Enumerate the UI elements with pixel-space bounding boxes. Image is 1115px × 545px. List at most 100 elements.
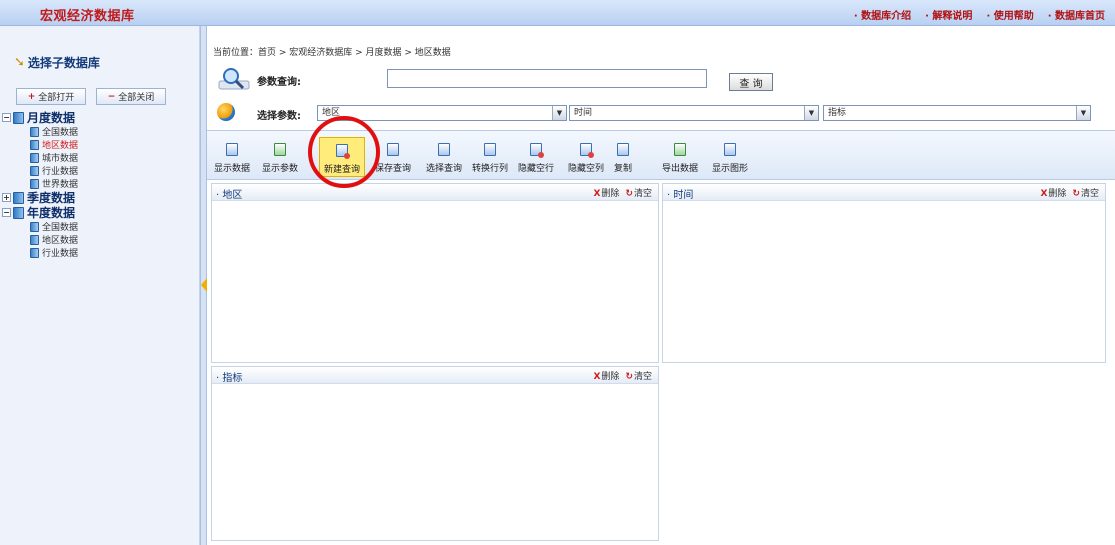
delete-x-icon: X bbox=[1040, 189, 1048, 199]
panel-title: · 地区 bbox=[216, 190, 243, 201]
chevron-down-icon[interactable]: ▼ bbox=[1076, 106, 1090, 120]
table-icon bbox=[226, 143, 238, 156]
query-button[interactable]: 查 询 bbox=[729, 73, 773, 91]
tool-label: 选择查询 bbox=[425, 164, 462, 174]
tree-leaf-label: 行业数据 bbox=[42, 249, 79, 259]
export-data-button[interactable]: 导出数据 bbox=[657, 137, 703, 177]
clear-icon: ↻ bbox=[625, 189, 633, 199]
sidebar-splitter[interactable] bbox=[200, 26, 207, 545]
collapse-icon[interactable]: − bbox=[2, 113, 11, 122]
hide-rows-icon bbox=[530, 143, 544, 158]
minus-icon: − bbox=[107, 91, 116, 102]
top-links: · 数据库介绍 · 解释说明 · 使用帮助 · 数据库首页 bbox=[854, 7, 1105, 22]
transpose-button[interactable]: 转换行列 bbox=[467, 137, 513, 177]
database-tree: − 月度数据 全国数据 地区数据 城市数据 行业数据 世界数据 + 季度数据 −… bbox=[2, 110, 198, 259]
chevron-down-icon[interactable]: ▼ bbox=[804, 106, 818, 120]
copy-icon bbox=[617, 143, 629, 156]
hide-empty-rows-button[interactable]: 隐藏空行 bbox=[513, 137, 559, 177]
tree-leaf[interactable]: 行业数据 bbox=[2, 246, 198, 259]
magnifier-icon bbox=[218, 68, 250, 90]
breadcrumb: 当前位置：首页 > 宏观经济数据库 > 月度数据 > 地区数据 bbox=[213, 48, 451, 58]
collapse-all-label: 全部关闭 bbox=[118, 93, 155, 103]
clear-button[interactable]: ↻清空 bbox=[625, 369, 652, 382]
transpose-icon bbox=[484, 143, 496, 156]
tree-leaf[interactable]: 行业数据 bbox=[2, 164, 198, 177]
book-icon bbox=[13, 191, 24, 204]
show-data-button[interactable]: 显示数据 bbox=[209, 137, 255, 177]
tree-leaf[interactable]: 全国数据 bbox=[2, 220, 198, 233]
excel-icon bbox=[674, 143, 686, 156]
tool-label: 显示数据 bbox=[213, 164, 250, 174]
save-query-button[interactable]: 保存查询 bbox=[370, 137, 416, 177]
delete-label: 删除 bbox=[1048, 189, 1067, 199]
tree-leaf[interactable]: 城市数据 bbox=[2, 151, 198, 164]
sidebar-buttons: + 全部打开 − 全部关闭 bbox=[16, 88, 166, 105]
tree-node-quarterly[interactable]: + 季度数据 bbox=[2, 190, 198, 205]
panel-title: · 时间 bbox=[667, 190, 694, 201]
delete-button[interactable]: X删除 bbox=[593, 369, 619, 382]
tree-node-label: 月度数据 bbox=[27, 111, 76, 125]
delete-button[interactable]: X删除 bbox=[593, 186, 619, 199]
time-select[interactable]: 时间 ▼ bbox=[569, 105, 819, 121]
chevron-down-icon[interactable]: ▼ bbox=[552, 106, 566, 120]
document-icon bbox=[30, 165, 39, 176]
collapse-all-button[interactable]: − 全部关闭 bbox=[96, 88, 166, 105]
tree-leaf-label: 城市数据 bbox=[42, 154, 79, 164]
tree-leaf-label: 地区数据 bbox=[42, 141, 79, 151]
tree-leaf-active[interactable]: 地区数据 bbox=[2, 138, 198, 151]
document-icon bbox=[30, 234, 39, 245]
expand-icon[interactable]: + bbox=[2, 193, 11, 202]
region-panel: · 地区 X删除 ↻清空 bbox=[211, 183, 659, 363]
db-home-link[interactable]: · 数据库首页 bbox=[1048, 7, 1105, 22]
time-panel: · 时间 X删除 ↻清空 bbox=[662, 183, 1106, 363]
delete-label: 删除 bbox=[601, 372, 620, 382]
show-chart-button[interactable]: 显示图形 bbox=[707, 137, 753, 177]
explanation-link[interactable]: · 解释说明 bbox=[925, 7, 972, 22]
delete-label: 删除 bbox=[601, 189, 620, 199]
expand-all-label: 全部打开 bbox=[38, 93, 75, 103]
document-icon bbox=[30, 247, 39, 258]
main-content: 当前位置：首页 > 宏观经济数据库 > 月度数据 > 地区数据 参数查询: 查 … bbox=[207, 26, 1115, 545]
tree-node-yearly[interactable]: − 年度数据 bbox=[2, 205, 198, 220]
tool-label: 转换行列 bbox=[471, 164, 508, 174]
clear-label: 清空 bbox=[1080, 189, 1099, 199]
select-query-button[interactable]: 选择查询 bbox=[421, 137, 467, 177]
delete-button[interactable]: X删除 bbox=[1040, 186, 1066, 199]
new-document-icon bbox=[336, 144, 350, 159]
db-intro-link[interactable]: · 数据库介绍 bbox=[854, 7, 911, 22]
book-icon bbox=[13, 111, 24, 124]
clear-button[interactable]: ↻清空 bbox=[1072, 186, 1099, 199]
collapse-icon[interactable]: − bbox=[2, 208, 11, 217]
search-label: 参数查询: bbox=[257, 77, 301, 88]
tool-label: 复制 bbox=[613, 164, 632, 174]
save-icon bbox=[387, 143, 399, 156]
show-params-button[interactable]: 显示参数 bbox=[257, 137, 303, 177]
region-select[interactable]: 地区 ▼ bbox=[317, 105, 567, 121]
document-icon bbox=[30, 178, 39, 189]
panel-header: · 地区 X删除 ↻清空 bbox=[212, 184, 658, 201]
document-icon bbox=[30, 221, 39, 232]
tree-leaf-label: 地区数据 bbox=[42, 236, 79, 246]
tree-leaf-label: 行业数据 bbox=[42, 167, 79, 177]
document-icon bbox=[30, 152, 39, 163]
panel-header: · 时间 X删除 ↻清空 bbox=[663, 184, 1105, 201]
param-row: 选择参数: 地区 ▼ 时间 ▼ 指标 ▼ bbox=[217, 102, 1107, 126]
panel-actions: X删除 ↻清空 bbox=[1040, 186, 1099, 199]
tree-node-monthly[interactable]: − 月度数据 bbox=[2, 110, 198, 125]
pointer-icon: ➘ bbox=[14, 55, 25, 70]
tree-leaf[interactable]: 全国数据 bbox=[2, 125, 198, 138]
new-query-button[interactable]: 新建查询 bbox=[319, 137, 365, 177]
copy-button[interactable]: 复制 bbox=[600, 137, 646, 177]
clear-icon: ↻ bbox=[1072, 189, 1080, 199]
help-link[interactable]: · 使用帮助 bbox=[986, 7, 1033, 22]
clear-button[interactable]: ↻清空 bbox=[625, 186, 652, 199]
indicator-select[interactable]: 指标 ▼ bbox=[823, 105, 1091, 121]
tree-leaf[interactable]: 地区数据 bbox=[2, 233, 198, 246]
clear-label: 清空 bbox=[633, 372, 652, 382]
panel-title: · 指标 bbox=[216, 373, 243, 384]
time-select-value: 时间 bbox=[574, 108, 593, 118]
expand-all-button[interactable]: + 全部打开 bbox=[16, 88, 86, 105]
document-icon bbox=[30, 139, 39, 150]
delete-x-icon: X bbox=[593, 189, 601, 199]
search-input[interactable] bbox=[387, 69, 707, 88]
